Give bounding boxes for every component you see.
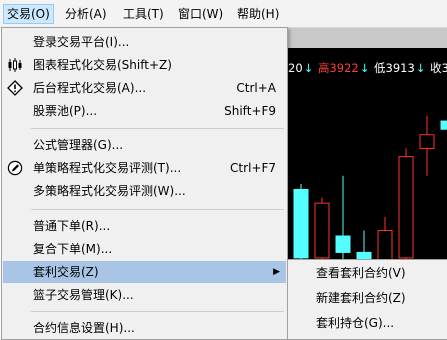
- menu-item-multi-strategy-eval[interactable]: 多策略程式化交易评测(W)...: [3, 180, 286, 202]
- trade-menu: 登录交易平台(I)... 图表程式化交易(Shift+Z) 后台程式化交易(A)…: [1, 27, 288, 340]
- candle-body: [293, 188, 309, 259]
- menu-item-normal-order[interactable]: 普通下单(R)...: [3, 215, 286, 237]
- menu-item-stock-pool[interactable]: 股票池(P)... Shift+F9: [3, 100, 286, 122]
- menu-separator: [31, 209, 284, 210]
- menu-bar: 交易(O) 分析(A) 工具(T) 窗口(W) 帮助(H): [0, 0, 447, 28]
- menu-item-chart-trading[interactable]: 图表程式化交易(Shift+Z): [3, 54, 286, 76]
- candle-body: [440, 120, 447, 130]
- menu-trade[interactable]: 交易(O): [3, 4, 54, 24]
- menu-separator: [31, 128, 284, 129]
- menu-item-background-trading[interactable]: 后台程式化交易(A)... Ctrl+A: [3, 77, 286, 99]
- candle-body: [419, 134, 435, 149]
- candle-body: [314, 202, 330, 259]
- menu-help[interactable]: 帮助(H): [234, 4, 282, 24]
- menu-window[interactable]: 窗口(W): [175, 4, 226, 24]
- shortcut-label: Shift+F9: [224, 104, 276, 118]
- menu-item-formula-manager[interactable]: 公式管理器(G)...: [3, 134, 286, 156]
- submenu-item-view-arbitrage[interactable]: 查看套利合约(V): [316, 262, 406, 284]
- shortcut-label: Ctrl+F7: [230, 161, 276, 175]
- menu-item-contract-settings[interactable]: 合约信息设置(H)...: [3, 317, 286, 339]
- submenu-item-arbitrage-position[interactable]: 套利持仓(G)...: [316, 312, 394, 334]
- menu-item-login[interactable]: 登录交易平台(I)...: [3, 31, 286, 53]
- arbitrage-submenu: 查看套利合约(V) 新建套利合约(Z) 套利持仓(G)...: [287, 259, 447, 340]
- menu-item-single-strategy-eval[interactable]: 单策略程式化交易评测(T)... Ctrl+F7: [3, 157, 286, 179]
- menu-tools[interactable]: 工具(T): [120, 4, 167, 24]
- menu-item-compound-order[interactable]: 复合下单(M)...: [3, 238, 286, 260]
- menu-separator: [31, 311, 284, 312]
- shortcut-label: Ctrl+A: [236, 81, 276, 95]
- pencil-icon: [7, 160, 23, 176]
- menu-item-arbitrage[interactable]: 套利交易(Z) ▶: [3, 261, 286, 283]
- submenu-item-new-arbitrage[interactable]: 新建套利合约(Z): [316, 287, 406, 309]
- menu-item-basket-trading[interactable]: 篮子交易管理(K)...: [3, 284, 286, 306]
- candle-body: [398, 156, 414, 259]
- candle-body: [335, 235, 351, 253]
- menu-analysis[interactable]: 分析(A): [62, 4, 110, 24]
- submenu-arrow-icon: ▶: [273, 267, 280, 277]
- alert-icon: [7, 80, 23, 96]
- candlestick-icon: [8, 58, 22, 72]
